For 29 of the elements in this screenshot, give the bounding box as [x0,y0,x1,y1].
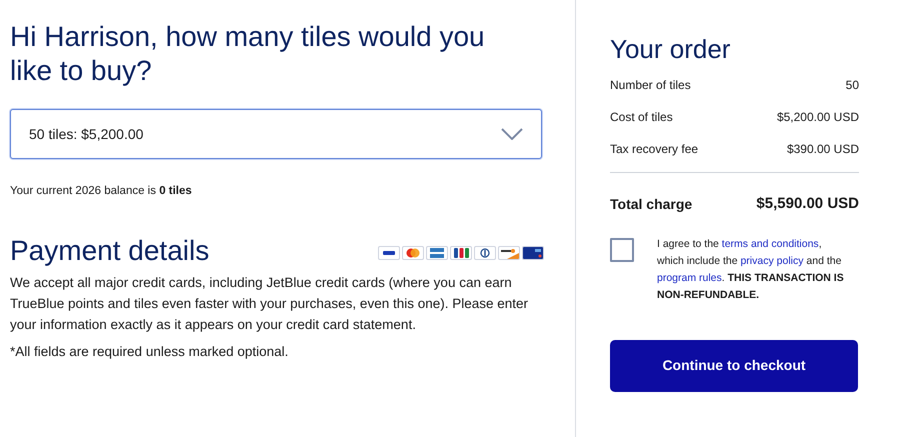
card-logo-icon [474,246,496,260]
agree-checkbox[interactable] [610,238,634,262]
card-logo-icon [426,246,448,260]
checkout-button[interactable]: Continue to checkout [610,340,858,392]
link[interactable]: program rules [657,272,722,284]
page-heading: Hi Harrison, how many tiles would you like to buy? [10,20,486,88]
card-logo-icon [402,246,424,260]
card-logo-icon [522,246,544,260]
order-label: Cost of tiles [610,109,673,126]
total-value: $5,590.00 USD [756,194,859,214]
balance-text: Your current 2026 balance is 0 tiles [10,184,193,199]
total-label: Total charge [610,194,692,214]
card-logo-icon [450,246,472,260]
order-value: 50 [846,77,859,94]
order-value: $5,200.00 USD [776,109,859,126]
link[interactable]: terms and conditions [722,238,819,250]
order-label: Number of tiles [610,77,691,94]
tile-dropdown[interactable]: 50 tiles: $5,200.00 [10,109,542,159]
payment-description: We accept all major credit cards, including JetBlue credit cards (where you can earn TrueBlue points and tiles even faster with your purchases, even this one). Please enter your information exactly as it appears on your credit card statement. [10,274,530,334]
required-note: *All fields are required unless marked optional. [10,343,290,362]
link[interactable]: privacy policy [740,254,804,266]
card-logo-icon [498,246,520,260]
section-heading: Payment details [10,234,210,268]
order-label: Tax recovery fee [610,141,698,158]
agreement-text: I agree to the terms and conditions, which include the privacy policy and the program rules. THIS TRANSACTION IS NON-REFUNDABLE. [657,236,845,302]
order-value: $390.00 USD [786,141,859,158]
card-logo-icon [378,246,400,260]
order-heading: Your order [610,33,732,66]
chevron-down-icon [501,128,523,140]
